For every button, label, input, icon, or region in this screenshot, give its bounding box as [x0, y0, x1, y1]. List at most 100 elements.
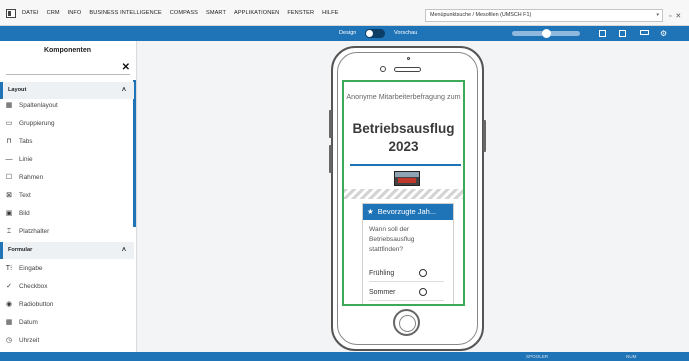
section-label: Formular	[8, 247, 33, 253]
phone-speaker	[394, 67, 421, 72]
component-label: Spaltenlayout	[19, 102, 58, 109]
sidebar-title: Komponenten	[43, 47, 92, 54]
question-card-title: Bevorzugte Jah...	[377, 207, 437, 216]
menu-item-applikationen[interactable]: APPLIKATIONEN	[234, 10, 279, 16]
preview-label: Vorschau	[394, 30, 418, 36]
checkbox-icon: ✓	[6, 283, 12, 290]
component-label: Rahmen	[19, 174, 44, 181]
component-checkbox[interactable]: ✓ Checkbox	[4, 278, 47, 296]
toggle-knob	[366, 30, 373, 37]
question-card[interactable]: ★ Bevorzugte Jah... Wann soll der Betrieb…	[362, 203, 454, 304]
app-icon[interactable]	[6, 9, 16, 18]
form-image	[394, 171, 420, 186]
line-icon: —	[5, 156, 13, 163]
menu-item-compass[interactable]: COMPASS	[170, 10, 198, 16]
component-platzhalter[interactable]: ⌶ Platzhalter	[4, 223, 49, 241]
component-label: Platzhalter	[19, 228, 50, 235]
status-num: NUM	[626, 354, 637, 359]
component-label: Radiobutton	[19, 301, 54, 308]
radio-button[interactable]	[419, 288, 427, 296]
option-label: Sommer	[369, 289, 396, 296]
section-formular[interactable]: Formular ˄	[0, 242, 134, 259]
option-label: Frühling	[369, 270, 395, 277]
phone-view-icon[interactable]	[599, 30, 606, 37]
chevron-up-icon[interactable]: ˄	[122, 82, 126, 99]
component-rahmen[interactable]: ☐ Rahmen	[4, 169, 43, 187]
columns-icon: ▦	[5, 102, 13, 109]
component-label: Text	[19, 192, 31, 199]
phone-home-button	[393, 309, 420, 336]
component-search-input[interactable]: ✕	[6, 59, 130, 75]
component-label: Bild	[19, 210, 30, 217]
phone-volume-button	[329, 110, 332, 138]
desktop-view-icon[interactable]	[640, 30, 649, 35]
component-datum[interactable]: ▦ Datum	[4, 314, 38, 332]
main-menu: DATEI CRM INFO BUSINESS INTELLIGENCE COM…	[22, 10, 339, 16]
menu-item-business-intelligence[interactable]: BUSINESS INTELLIGENCE	[89, 10, 161, 16]
tablet-view-icon[interactable]	[619, 30, 626, 37]
design-preview-toggle[interactable]	[365, 29, 385, 38]
form-title: Betriebsausflug	[352, 121, 455, 136]
sidebar-scrollbar[interactable]	[133, 80, 136, 227]
frame-icon: ☐	[5, 174, 13, 181]
menu-search-value: Menüpunktsuche / Mesofilen (UMSCH F1)	[430, 12, 532, 18]
component-spaltenlayout[interactable]: ▦ Spaltenlayout	[4, 97, 58, 115]
clear-icon[interactable]: ✕	[122, 63, 130, 73]
settings-icon[interactable]: ⚙	[660, 30, 667, 38]
section-label: Layout	[8, 87, 27, 93]
component-gruppierung[interactable]: ▭ Gruppierung	[4, 115, 55, 133]
question-card-header[interactable]: ★ Bevorzugte Jah...	[363, 204, 453, 220]
component-text[interactable]: ⊠ Text	[4, 187, 31, 205]
component-tabs[interactable]: ⊓ Tabs	[4, 133, 33, 151]
menu-item-hilfe[interactable]: HILFE	[322, 10, 338, 16]
component-linie[interactable]: — Linie	[4, 151, 33, 169]
component-label: Checkbox	[19, 283, 48, 290]
menu-bar: DATEI CRM INFO BUSINESS INTELLIGENCE COM…	[0, 0, 689, 26]
option-sommer[interactable]: Sommer	[369, 284, 444, 301]
zoom-slider[interactable]	[512, 29, 580, 38]
form-subtitle: Anonyme Mitarbeiterbefragung zum	[346, 92, 461, 101]
phone-power-button	[483, 120, 486, 152]
input-icon: T⁝	[5, 265, 13, 272]
component-label: Linie	[19, 156, 33, 163]
radiobutton-icon: ◉	[5, 301, 13, 308]
date-icon: ▦	[5, 319, 13, 326]
component-eingabe[interactable]: T⁝ Eingabe	[4, 260, 43, 278]
chevron-up-icon[interactable]: ˄	[122, 242, 126, 259]
component-uhrzeit[interactable]: ◷ Uhrzeit	[4, 332, 39, 350]
component-bild[interactable]: ▣ Bild	[4, 205, 30, 223]
component-label: Eingabe	[19, 265, 43, 272]
component-label: Datum	[19, 319, 38, 326]
component-label: Tabs	[19, 138, 33, 145]
menu-item-datei[interactable]: DATEI	[22, 10, 39, 16]
component-label: Uhrzeit	[19, 337, 40, 344]
chevron-down-icon[interactable]: ▾	[656, 10, 659, 21]
question-text: Wann soll der Betriebsausflug stattfinde…	[369, 226, 415, 253]
menu-item-info[interactable]: INFO	[68, 10, 82, 16]
window-controls[interactable]: ▫ ✕	[669, 12, 682, 20]
toolbar: Design Vorschau ⚙	[0, 26, 689, 41]
form-divider	[350, 164, 461, 166]
group-icon: ▭	[5, 120, 13, 127]
placeholder-area	[344, 189, 463, 199]
radio-button[interactable]	[419, 269, 427, 277]
form-year: 2023	[388, 139, 419, 154]
placeholder-icon: ⌶	[6, 228, 12, 235]
clock-icon: ◷	[5, 337, 13, 344]
text-icon: ⊠	[6, 192, 12, 199]
zoom-slider-thumb[interactable]	[542, 29, 551, 38]
component-label: Gruppierung	[19, 120, 55, 127]
menu-search-input[interactable]: Menüpunktsuche / Mesofilen (UMSCH F1) ▾	[425, 9, 663, 22]
form-preview[interactable]: Anonyme Mitarbeiterbefragung zum Betrieb…	[342, 80, 465, 306]
menu-item-fenster[interactable]: FENSTER	[287, 10, 314, 16]
phone-sensor	[407, 57, 410, 60]
option-fruehling[interactable]: Frühling	[369, 265, 444, 282]
star-icon: ★	[367, 207, 374, 216]
menu-item-crm[interactable]: CRM	[47, 10, 60, 16]
menu-item-smart[interactable]: SMART	[206, 10, 226, 16]
image-icon: ▣	[5, 210, 13, 217]
design-label: Design	[339, 30, 357, 36]
components-sidebar: Komponenten ✕ Layout ˄ ▦ Spaltenlayout ▭ G…	[0, 41, 137, 352]
component-radiobutton[interactable]: ◉ Radiobutton	[4, 296, 54, 314]
tabs-icon: ⊓	[6, 138, 12, 145]
